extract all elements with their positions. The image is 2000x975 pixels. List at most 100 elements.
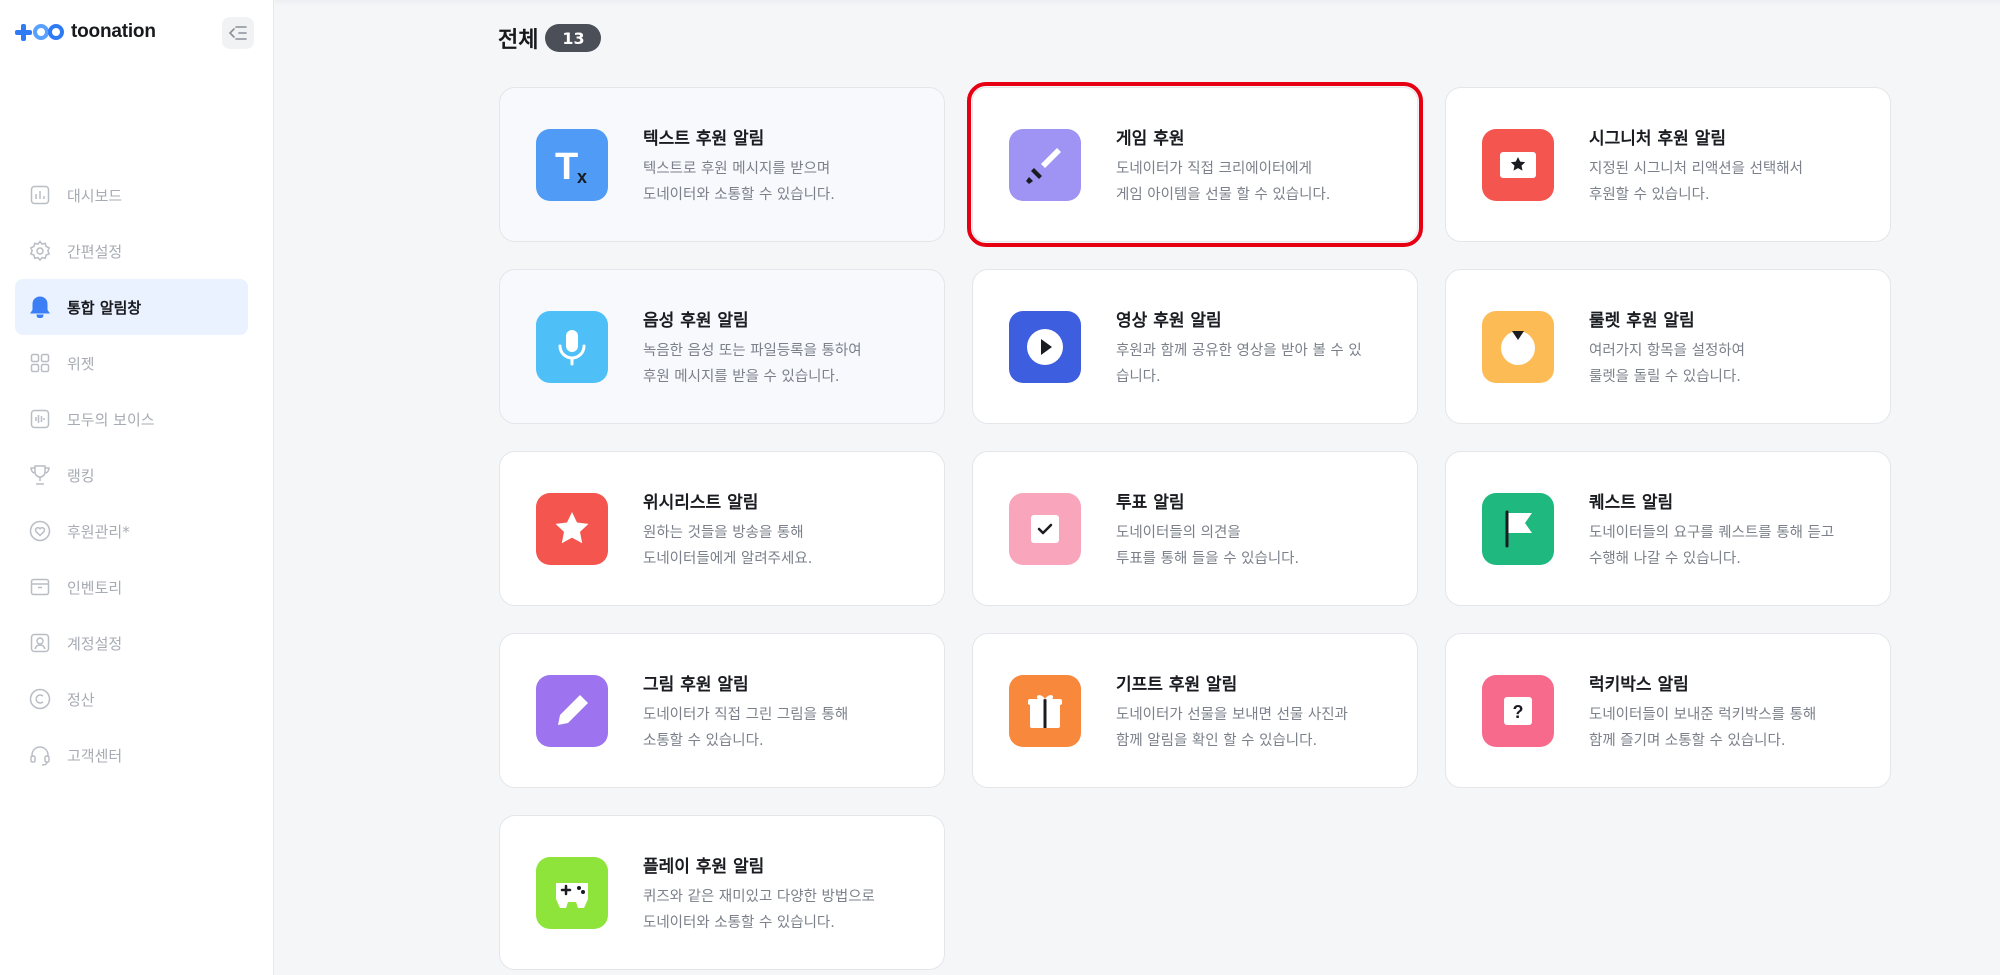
pencil-icon [536,675,608,747]
section-header: 전체 13 [498,22,602,54]
gamepad-icon [536,857,608,929]
card-description: 녹음한 음성 또는 파일등록을 통하여 후원 메시지를 받을 수 있습니다. [643,343,862,385]
sidebar-item-account-settings[interactable]: 계정설정 [15,615,248,671]
sidebar-item-label: 위젯 [67,354,95,373]
card-description: 원하는 것들을 방송을 통해 도네이터들에게 알려주세요. [643,525,813,567]
card-video-donation-alert[interactable]: 영상 후원 알림 후원과 함께 공유한 영상을 받아 볼 수 있 습니다. [972,269,1418,424]
card-title: 게임 후원 [1116,129,1185,149]
card-signature-donation-alert[interactable]: 시그니처 후원 알림 지정된 시그니처 리액션을 선택해서 후원할 수 있습니다. [1445,87,1891,242]
card-description: 도네이터들이 보내준 럭키박스를 통해 함께 즐기며 소통할 수 있습니다. [1589,707,1817,749]
top-shadow [275,0,2000,6]
card-title: 음성 후원 알림 [643,311,749,331]
bell-icon [29,296,51,318]
sidebar-item-integrated-alerts[interactable]: 통합 알림창 [15,279,248,335]
sidebar-item-label: 간편설정 [67,242,123,261]
svg-text:T: T [555,146,578,187]
user-account-icon [29,632,51,654]
logo-mark-icon [15,23,64,41]
card-title: 기프트 후원 알림 [1116,675,1238,695]
card-title: 룰렛 후원 알림 [1589,311,1695,331]
card-title: 시그니처 후원 알림 [1589,129,1726,149]
card-title: 위시리스트 알림 [643,493,759,513]
sidebar-item-label: 정산 [67,690,95,709]
sword-icon [1009,129,1081,201]
card-game-donation[interactable]: 게임 후원 도네이터가 직접 크리에이터에게 게임 아이템을 선물 할 수 있습니… [967,82,1423,247]
card-description: 도네이터가 직접 크리에이터에게 게임 아이템을 선물 할 수 있습니다. [1116,161,1331,203]
card-title: 그림 후원 알림 [643,675,749,695]
sidebar-item-dashboard[interactable]: 대시보드 [15,167,248,223]
video-play-icon [1009,311,1081,383]
heart-circle-icon [29,520,51,542]
card-description: 지정된 시그니처 리액션을 선택해서 후원할 수 있습니다. [1589,161,1803,203]
main-content: 전체 13 Tx 텍스트 후원 알림 텍스트로 후원 메시지를 받으며 도네이터와… [275,0,2000,975]
sidebar-item-customer-center[interactable]: 고객센터 [15,727,248,783]
text-format-icon: Tx [536,129,608,201]
card-description: 도네이터들의 의견을 투표를 통해 들을 수 있습니다. [1116,525,1300,567]
gear-icon [29,240,51,262]
copyright-icon [29,688,51,710]
gift-icon [1009,675,1081,747]
card-description: 도네이터가 선물을 보내면 선물 사진과 함께 알림을 확인 할 수 있습니다. [1116,707,1348,749]
sidebar-item-label: 모두의 보이스 [67,410,155,429]
roulette-icon [1482,311,1554,383]
inventory-box-icon [29,576,51,598]
card-drawing-donation-alert[interactable]: 그림 후원 알림 도네이터가 직접 그린 그림을 통해 소통할 수 있습니다. [499,633,945,788]
sidebar-item-label: 대시보드 [67,186,123,205]
sidebar-item-label: 후원관리* [67,522,130,541]
card-title: 투표 알림 [1116,493,1185,513]
lucky-box-question-icon: ? [1482,675,1554,747]
vote-check-icon [1009,493,1081,565]
card-title: 플레이 후원 알림 [643,857,765,877]
card-description: 여러가지 항목을 설정하여 룰렛을 돌릴 수 있습니다. [1589,343,1745,385]
sidebar-item-settlement[interactable]: 정산 [15,671,248,727]
headset-icon [29,744,51,766]
card-gift-donation-alert[interactable]: 기프트 후원 알림 도네이터가 선물을 보내면 선물 사진과 함께 알림을 확인 … [972,633,1418,788]
sidebar-item-label: 랭킹 [67,466,95,485]
dashboard-chart-icon [29,184,51,206]
sidebar-nav: 대시보드 간편설정 통합 알림창 위젯 모두의 보이스 랭킹 후원관리* 인벤토… [15,167,248,783]
card-description: 퀴즈와 같은 재미있고 다양한 방법으로 도네이터와 소통할 수 있습니다. [643,889,875,931]
card-vote-alert[interactable]: 투표 알림 도네이터들의 의견을 투표를 통해 들을 수 있습니다. [972,451,1418,606]
sidebar-item-label: 통합 알림창 [67,298,142,317]
count-badge: 13 [545,24,602,52]
card-title: 텍스트 후원 알림 [643,129,765,149]
brand-name: toonation [71,21,156,42]
sidebar-item-everyone-voice[interactable]: 모두의 보이스 [15,391,248,447]
widget-grid-icon [29,352,51,374]
flag-icon [1482,493,1554,565]
card-quest-alert[interactable]: 퀘스트 알림 도네이터들의 요구를 퀘스트를 통해 듣고 수행해 나갈 수 있습니… [1445,451,1891,606]
sidebar-item-donation-management[interactable]: 후원관리* [15,503,248,559]
card-description: 텍스트로 후원 메시지를 받으며 도네이터와 소통할 수 있습니다. [643,161,835,203]
card-title: 럭키박스 알림 [1589,675,1689,695]
sidebar-item-inventory[interactable]: 인벤토리 [15,559,248,615]
card-text-donation-alert[interactable]: Tx 텍스트 후원 알림 텍스트로 후원 메시지를 받으며 도네이터와 소통할 수… [499,87,945,242]
sidebar-item-quick-settings[interactable]: 간편설정 [15,223,248,279]
section-title: 전체 [498,28,539,53]
star-icon [536,493,608,565]
sidebar: toonation 대시보드 간편설정 통합 알림창 위젯 모두의 보이스 랭킹… [0,0,274,975]
toonation-logo[interactable]: toonation [15,20,156,44]
card-description: 후원과 함께 공유한 영상을 받아 볼 수 있 습니다. [1116,343,1362,385]
svg-text:x: x [577,167,587,187]
sidebar-item-label: 계정설정 [67,634,123,653]
voice-wave-icon [29,408,51,430]
card-description: 도네이터가 직접 그린 그림을 통해 소통할 수 있습니다. [643,707,849,749]
trophy-icon [29,464,51,486]
sidebar-item-ranking[interactable]: 랭킹 [15,447,248,503]
sidebar-item-widget[interactable]: 위젯 [15,335,248,391]
svg-text:?: ? [1513,702,1524,722]
card-description: 도네이터들의 요구를 퀘스트를 통해 듣고 수행해 나갈 수 있습니다. [1589,525,1835,567]
signature-star-card-icon [1482,129,1554,201]
card-voice-donation-alert[interactable]: 음성 후원 알림 녹음한 음성 또는 파일등록을 통하여 후원 메시지를 받을 수… [499,269,945,424]
sidebar-item-label: 고객센터 [67,746,123,765]
card-roulette-donation-alert[interactable]: 룰렛 후원 알림 여러가지 항목을 설정하여 룰렛을 돌릴 수 있습니다. [1445,269,1891,424]
card-lucky-box-alert[interactable]: ? 럭키박스 알림 도네이터들이 보내준 럭키박스를 통해 함께 즐기며 소통할 … [1445,633,1891,788]
card-play-donation-alert[interactable]: 플레이 후원 알림 퀴즈와 같은 재미있고 다양한 방법으로 도네이터와 소통할 … [499,815,945,970]
card-title: 퀘스트 알림 [1589,493,1674,513]
sidebar-item-label: 인벤토리 [67,578,123,597]
collapse-sidebar-button[interactable] [222,17,254,49]
microphone-icon [536,311,608,383]
collapse-menu-icon [228,26,247,40]
card-wishlist-alert[interactable]: 위시리스트 알림 원하는 것들을 방송을 통해 도네이터들에게 알려주세요. [499,451,945,606]
card-title: 영상 후원 알림 [1116,311,1222,331]
